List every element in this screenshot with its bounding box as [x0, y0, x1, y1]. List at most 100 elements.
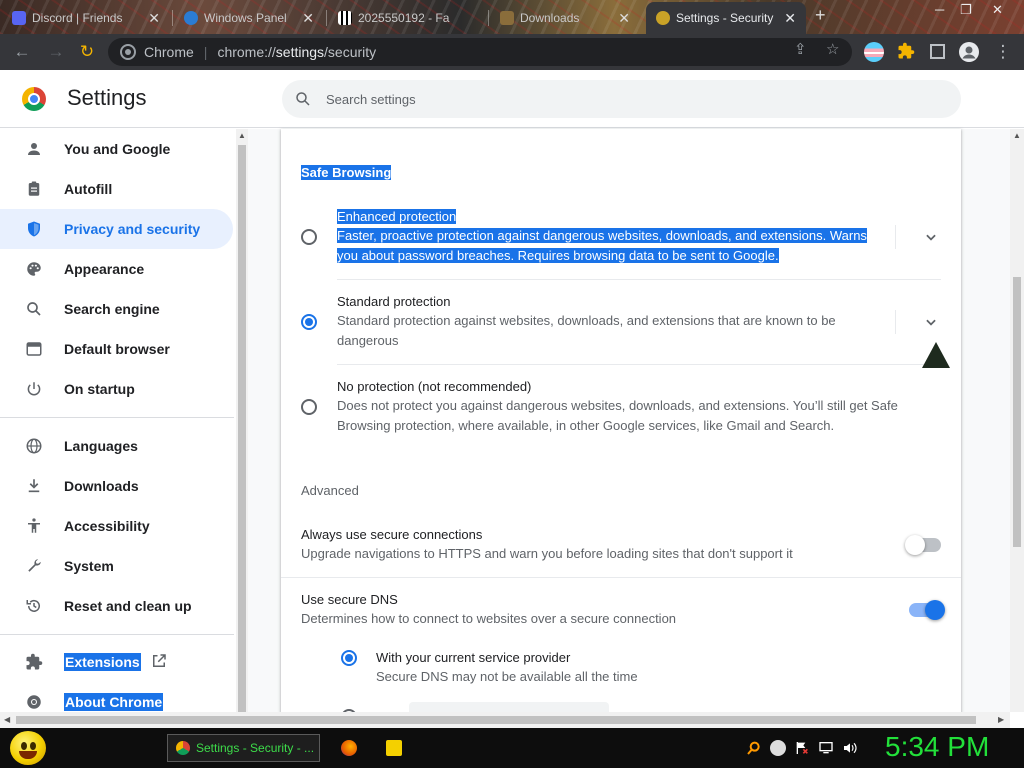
toggle-knob — [905, 535, 925, 555]
current-provider-radio[interactable] — [341, 650, 357, 666]
secure-dns-desc: Determines how to connect to websites ov… — [301, 611, 677, 626]
minimize-button[interactable]: ─ — [935, 2, 944, 17]
content-scrollbar[interactable]: ▲ — [1010, 129, 1024, 712]
side-panel-icon[interactable] — [930, 44, 945, 59]
maximize-button[interactable]: ❐ — [960, 2, 972, 18]
close-icon[interactable]: ✕ — [148, 10, 160, 27]
scroll-left-arrow-icon[interactable]: ◀ — [4, 715, 10, 724]
more-menu-icon[interactable]: ⋮ — [993, 42, 1013, 62]
sidebar-item-default-browser[interactable]: Default browser — [0, 329, 233, 369]
url-path: /security — [324, 44, 377, 60]
sidebar-item-languages[interactable]: Languages — [0, 426, 233, 466]
scrollbar-thumb[interactable] — [1013, 277, 1021, 547]
enhanced-protection-label: Enhanced protection — [337, 209, 457, 224]
profile-avatar-icon[interactable] — [959, 42, 979, 62]
sidebar-item-label: Reset and clean up — [64, 598, 192, 614]
sidebar-item-search-engine[interactable]: Search engine — [0, 289, 233, 329]
accessibility-icon — [24, 516, 44, 536]
sidebar-item-system[interactable]: System — [0, 546, 233, 586]
standard-protection-radio[interactable] — [301, 314, 317, 330]
sidebar-item-you-and-google[interactable]: You and Google — [0, 129, 233, 169]
scroll-up-arrow-icon[interactable]: ▲ — [1013, 131, 1021, 140]
back-button[interactable]: ← — [12, 42, 32, 62]
secure-dns-toggle[interactable] — [909, 600, 945, 620]
secure-connections-toggle[interactable] — [905, 535, 941, 555]
row-separator — [337, 279, 941, 280]
expand-chevron-icon[interactable] — [921, 227, 941, 247]
bookmark-star-icon[interactable]: ☆ — [826, 40, 839, 58]
row-divider-vertical — [895, 310, 896, 334]
scrollbar-thumb[interactable] — [238, 145, 246, 712]
no-protection-radio[interactable] — [301, 399, 317, 415]
tab-downloads[interactable]: Downloads ✕ — [490, 4, 640, 32]
window-close-button[interactable]: ✕ — [992, 2, 1003, 18]
sidebar-item-accessibility[interactable]: Accessibility — [0, 506, 233, 546]
sidebar-item-privacy-and-security[interactable]: Privacy and security — [0, 209, 233, 249]
share-icon[interactable]: ⇪ — [794, 40, 807, 58]
row-divider-vertical — [895, 225, 896, 249]
sidebar-item-extensions[interactable]: Extensions — [0, 642, 233, 682]
sidebar-divider — [0, 417, 234, 418]
search-tray-icon[interactable] — [746, 740, 762, 756]
new-tab-button[interactable]: + — [815, 5, 826, 26]
flag-tray-icon[interactable] — [794, 740, 810, 756]
sidebar-item-appearance[interactable]: Appearance — [0, 249, 233, 289]
chrome-icon — [24, 692, 44, 712]
volume-tray-icon[interactable] — [842, 740, 858, 756]
network-tray-icon[interactable] — [818, 740, 834, 756]
sidebar-item-label: About Chrome — [64, 693, 164, 711]
status-tray-icon[interactable] — [770, 740, 786, 756]
sidebar-item-autofill[interactable]: Autofill — [0, 169, 233, 209]
forward-button[interactable]: → — [46, 42, 66, 62]
expand-chevron-icon[interactable] — [921, 312, 941, 332]
page-title: Settings — [67, 85, 147, 110]
scroll-right-arrow-icon[interactable]: ▶ — [998, 715, 1004, 724]
taskbar-button-label: Settings - Security - ... — [196, 741, 315, 755]
file-explorer-icon[interactable] — [386, 740, 402, 756]
sidebar-item-label: Privacy and security — [64, 221, 201, 237]
scrollbar-thumb[interactable] — [16, 716, 976, 724]
sidebar-scrollbar[interactable]: ▲ — [236, 129, 248, 712]
firefox-icon[interactable] — [341, 740, 357, 756]
sidebar-item-about-chrome[interactable]: About Chrome — [0, 682, 233, 712]
clipboard-icon — [24, 179, 44, 199]
safe-browsing-heading: Safe Browsing — [301, 165, 392, 180]
close-icon[interactable]: ✕ — [302, 10, 314, 27]
puzzle-icon — [24, 652, 44, 672]
horizontal-scrollbar[interactable]: ◀ ▶ — [0, 712, 1010, 728]
sidebar-item-label: Languages — [64, 438, 138, 454]
tab-settings-security[interactable]: Settings - Security ✕ — [646, 2, 806, 34]
enhanced-protection-radio[interactable] — [301, 229, 317, 245]
tab-discord[interactable]: Discord | Friends ✕ — [2, 4, 170, 32]
start-smiley-icon[interactable] — [10, 731, 46, 765]
close-icon[interactable]: ✕ — [784, 10, 796, 27]
close-icon[interactable]: ✕ — [618, 10, 630, 27]
standard-protection-label: Standard protection — [337, 294, 451, 309]
taskbar-clock[interactable]: 5:34 PM — [885, 731, 989, 763]
sidebar-item-downloads[interactable]: Downloads — [0, 466, 233, 506]
search-settings-input[interactable] — [326, 91, 926, 107]
sidebar-item-label: Search engine — [64, 301, 160, 317]
shield-icon — [24, 219, 44, 239]
enhanced-protection-desc: Faster, proactive protection against dan… — [337, 228, 867, 263]
extensions-puzzle-icon[interactable] — [897, 42, 917, 62]
tab-windows-panel[interactable]: Windows Panel ✕ — [174, 4, 324, 32]
secure-connections-label: Always use secure connections — [301, 527, 483, 542]
tab-phone[interactable]: 2025550192 - Fa — [328, 4, 478, 32]
sidebar-item-on-startup[interactable]: On startup — [0, 369, 233, 409]
wrench-icon — [24, 556, 44, 576]
sidebar-item-reset-and-clean-up[interactable]: Reset and clean up — [0, 586, 233, 626]
row-separator — [337, 364, 941, 365]
profile-flag-icon[interactable] — [864, 42, 884, 62]
globe-icon — [24, 436, 44, 456]
search-settings-box[interactable] — [282, 80, 961, 118]
download-icon — [500, 11, 514, 25]
address-bar[interactable]: Chrome | chrome://settings/security — [108, 38, 852, 66]
scroll-up-arrow-icon[interactable]: ▲ — [238, 131, 246, 140]
chrome-icon — [176, 741, 190, 755]
external-link-icon[interactable] — [150, 652, 168, 673]
discord-icon — [12, 11, 26, 25]
reload-button[interactable]: ↻ — [77, 42, 97, 62]
taskbar-chrome-button[interactable]: Settings - Security - ... — [167, 734, 320, 762]
custom-dns-select[interactable] — [409, 702, 609, 712]
